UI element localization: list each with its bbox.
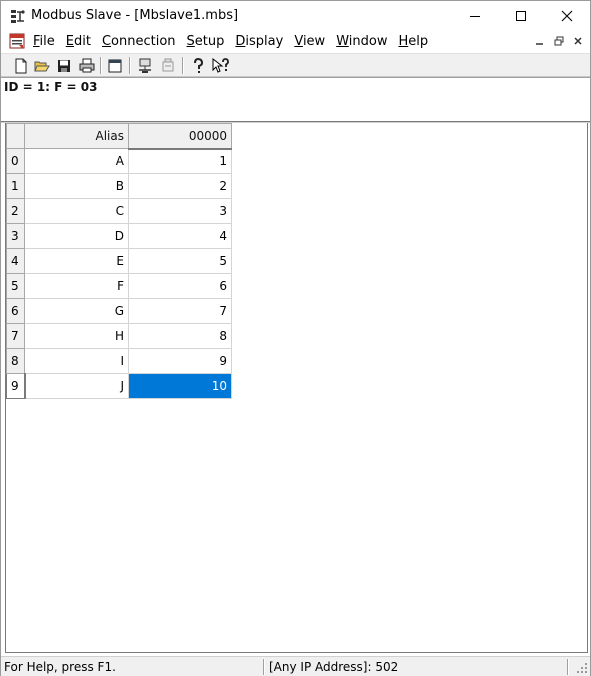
menu-file[interactable]: File bbox=[33, 34, 61, 49]
row-header[interactable]: 1 bbox=[6, 173, 25, 199]
status-separator bbox=[263, 659, 265, 675]
title-bar[interactable]: Modbus Slave - [Mbslave1.mbs] bbox=[1, 1, 590, 31]
slave-definition-label: ID = 1: F = 03 bbox=[4, 80, 98, 94]
alias-cell[interactable]: D bbox=[24, 223, 129, 249]
close-icon bbox=[561, 10, 573, 22]
toolbar bbox=[1, 53, 590, 77]
row-header[interactable]: 5 bbox=[6, 273, 25, 299]
alias-cell[interactable]: F bbox=[24, 273, 129, 299]
resize-grip-icon[interactable] bbox=[576, 662, 588, 674]
grid-corner[interactable] bbox=[6, 123, 25, 149]
menu-items: File Edit Connection Setup Display View … bbox=[33, 34, 439, 49]
table-row[interactable]: 8I9 bbox=[6, 348, 232, 374]
register-value-cell[interactable]: 7 bbox=[128, 298, 232, 324]
menu-view[interactable]: View bbox=[294, 34, 331, 49]
table-row[interactable]: 4E5 bbox=[6, 248, 232, 274]
app-icon[interactable] bbox=[10, 8, 26, 24]
mdi-restore-button[interactable] bbox=[551, 34, 567, 48]
menu-edit[interactable]: Edit bbox=[66, 34, 97, 49]
alias-cell[interactable]: H bbox=[24, 323, 129, 349]
minimize-icon bbox=[470, 16, 480, 17]
register-grid: Alias 00000 0A11B22C33D44E55F66G77H88I99… bbox=[6, 123, 232, 399]
toolbar-separator bbox=[100, 57, 102, 74]
menu-display[interactable]: Display bbox=[235, 34, 289, 49]
minimize-icon bbox=[536, 43, 543, 45]
menu-connection[interactable]: Connection bbox=[102, 34, 182, 49]
mdi-close-button[interactable] bbox=[570, 34, 586, 48]
table-row[interactable]: 9 J 10 bbox=[6, 373, 232, 399]
document-window: ID = 1: F = 03 Alias 00000 0A11B22C33D44… bbox=[1, 77, 590, 655]
new-file-icon[interactable] bbox=[11, 56, 31, 75]
register-value-cell[interactable]: 10 bbox=[128, 373, 232, 399]
alias-cell[interactable]: A bbox=[24, 148, 129, 174]
register-value-cell[interactable]: 1 bbox=[128, 148, 232, 174]
register-value-cell[interactable]: 3 bbox=[128, 198, 232, 224]
toolbar-separator bbox=[129, 57, 131, 74]
row-header[interactable]: 7 bbox=[6, 323, 25, 349]
alias-cell[interactable]: B bbox=[24, 173, 129, 199]
register-value-cell[interactable]: 9 bbox=[128, 348, 232, 374]
register-value-cell[interactable]: 5 bbox=[128, 248, 232, 274]
row-header[interactable]: 2 bbox=[6, 198, 25, 224]
document-system-menu-icon[interactable] bbox=[9, 33, 25, 49]
table-row[interactable]: 1B2 bbox=[6, 173, 232, 199]
register-grid-frame: Alias 00000 0A11B22C33D44E55F66G77H88I99… bbox=[5, 123, 588, 653]
table-row[interactable]: 5F6 bbox=[6, 273, 232, 299]
alias-cell[interactable]: J bbox=[24, 373, 129, 399]
table-row[interactable]: 2C3 bbox=[6, 198, 232, 224]
status-connection-text: [Any IP Address]: 502 bbox=[269, 660, 399, 674]
column-header-address[interactable]: 00000 bbox=[128, 123, 232, 150]
open-folder-icon[interactable] bbox=[32, 56, 52, 75]
register-value-cell[interactable]: 2 bbox=[128, 173, 232, 199]
maximize-button[interactable] bbox=[498, 1, 544, 31]
menu-bar: File Edit Connection Setup Display View … bbox=[1, 31, 590, 53]
row-header[interactable]: 4 bbox=[6, 248, 25, 274]
close-button[interactable] bbox=[544, 1, 590, 31]
column-header-alias[interactable]: Alias bbox=[24, 123, 129, 149]
save-icon[interactable] bbox=[54, 56, 74, 75]
table-row[interactable]: 0A1 bbox=[6, 148, 232, 174]
row-header[interactable]: 8 bbox=[6, 348, 25, 374]
menu-setup[interactable]: Setup bbox=[187, 34, 231, 49]
mdi-child-controls bbox=[532, 34, 586, 48]
row-header[interactable]: 0 bbox=[6, 148, 25, 174]
maximize-icon bbox=[516, 11, 526, 21]
alias-cell[interactable]: C bbox=[24, 198, 129, 224]
status-help-text: For Help, press F1. bbox=[4, 660, 116, 674]
document-header: ID = 1: F = 03 bbox=[1, 78, 590, 122]
window-title: Modbus Slave - [Mbslave1.mbs] bbox=[31, 8, 239, 23]
status-separator bbox=[567, 659, 569, 675]
alias-cell[interactable]: I bbox=[24, 348, 129, 374]
context-help-icon[interactable] bbox=[211, 56, 231, 75]
menu-window[interactable]: Window bbox=[336, 34, 393, 49]
register-value-cell[interactable]: 8 bbox=[128, 323, 232, 349]
table-row[interactable]: 6G7 bbox=[6, 298, 232, 324]
help-icon[interactable] bbox=[188, 56, 208, 75]
register-value-cell[interactable]: 4 bbox=[128, 223, 232, 249]
table-row[interactable]: 3D4 bbox=[6, 223, 232, 249]
window-icon[interactable] bbox=[105, 56, 125, 75]
table-row[interactable]: 7H8 bbox=[6, 323, 232, 349]
toolbar-separator bbox=[182, 57, 184, 74]
menu-help[interactable]: Help bbox=[398, 34, 434, 49]
connect-icon[interactable] bbox=[135, 56, 155, 75]
disconnect-icon[interactable] bbox=[158, 56, 178, 75]
row-header[interactable]: 3 bbox=[6, 223, 25, 249]
register-value-cell[interactable]: 6 bbox=[128, 273, 232, 299]
status-bar: For Help, press F1. [Any IP Address]: 50… bbox=[1, 656, 590, 676]
alias-cell[interactable]: G bbox=[24, 298, 129, 324]
close-icon bbox=[574, 37, 582, 45]
restore-icon bbox=[554, 36, 564, 46]
alias-cell[interactable]: E bbox=[24, 248, 129, 274]
row-header[interactable]: 9 bbox=[6, 373, 26, 399]
mdi-minimize-button[interactable] bbox=[532, 34, 548, 48]
print-icon[interactable] bbox=[77, 56, 97, 75]
minimize-button[interactable] bbox=[452, 1, 498, 31]
application-window: Modbus Slave - [Mbslave1.mbs] File Edit … bbox=[0, 0, 591, 676]
row-header[interactable]: 6 bbox=[6, 298, 25, 324]
